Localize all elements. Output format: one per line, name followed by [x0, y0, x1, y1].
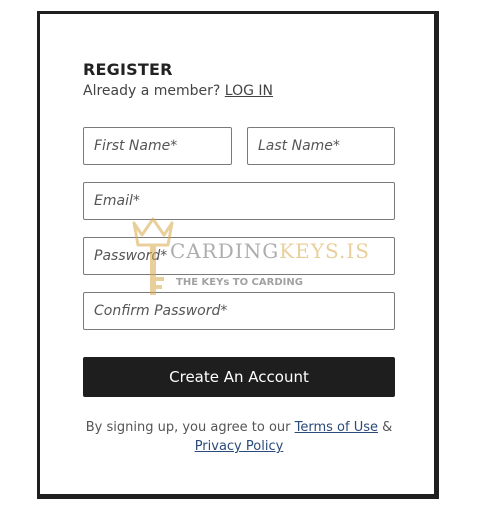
- terms-notice: By signing up, you agree to our Terms of…: [83, 418, 395, 456]
- confirm-password-input[interactable]: [83, 292, 395, 330]
- terms-prefix: By signing up, you agree to our: [85, 420, 291, 435]
- member-prompt-text: Already a member?: [83, 83, 221, 99]
- privacy-policy-link[interactable]: Privacy Policy: [195, 439, 284, 454]
- first-name-input[interactable]: [83, 127, 232, 165]
- register-card: REGISTER Already a member? LOG IN Create…: [37, 11, 439, 499]
- member-prompt: Already a member? LOG IN: [83, 83, 273, 99]
- register-title: REGISTER: [83, 60, 173, 79]
- email-input[interactable]: [83, 182, 395, 220]
- login-link[interactable]: LOG IN: [225, 83, 273, 99]
- password-input[interactable]: [83, 237, 395, 275]
- create-account-button[interactable]: Create An Account: [83, 357, 395, 397]
- last-name-input[interactable]: [247, 127, 395, 165]
- terms-joiner: &: [382, 420, 393, 435]
- terms-of-use-link[interactable]: Terms of Use: [295, 420, 378, 435]
